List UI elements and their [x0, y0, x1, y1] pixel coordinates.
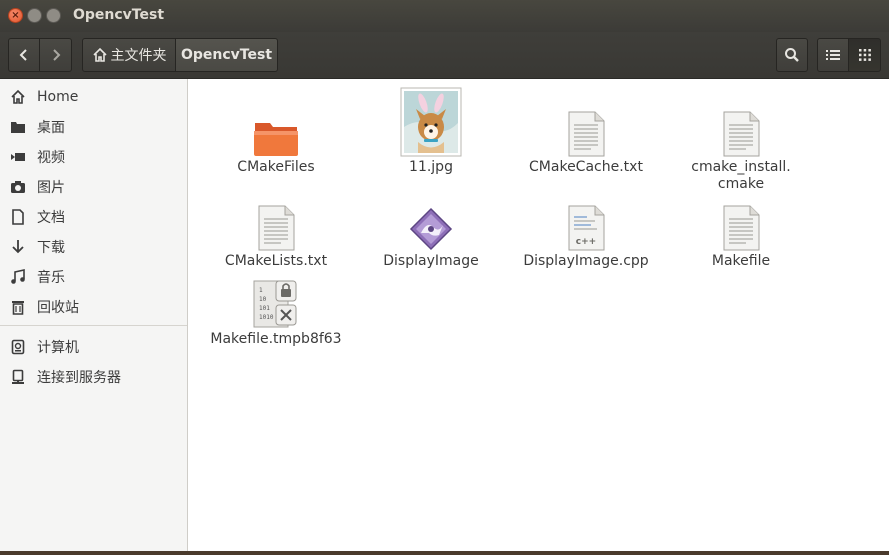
home-icon: [10, 89, 26, 105]
sidebar-item-documents[interactable]: 文档: [0, 202, 187, 232]
download-icon: [10, 239, 26, 255]
file-name: DisplayImage: [383, 253, 479, 269]
chevron-left-icon: [19, 49, 27, 61]
sidebar-item-label: 视频: [37, 150, 65, 166]
trash-icon: [10, 299, 26, 315]
file-item[interactable]: Makefile: [666, 179, 816, 270]
file-item[interactable]: 1 10 101 1010 Makefile.tmpb8f63: [201, 255, 351, 348]
maximize-window-button[interactable]: [46, 8, 61, 23]
file-name: 11.jpg: [409, 159, 453, 175]
file-name: Makefile: [711, 253, 771, 269]
breadcrumb-current[interactable]: OpencvTest: [176, 38, 278, 72]
sidebar-item-pictures[interactable]: 图片: [0, 172, 187, 202]
sidebar: Home 桌面 视频 图片 文档 下载 音乐 回收站 计算机 连接到服务器: [0, 79, 188, 555]
toolbar: 主文件夹 OpencvTest: [0, 32, 889, 79]
sidebar-item-computer[interactable]: 计算机: [0, 332, 187, 362]
file-item[interactable]: CMakeCache.txt: [511, 85, 661, 176]
file-item[interactable]: cmake_install. cmake: [666, 85, 816, 193]
sidebar-item-videos[interactable]: 视频: [0, 142, 187, 172]
file-name: CMakeCache.txt: [529, 159, 643, 175]
server-icon: [10, 369, 26, 385]
sidebar-item-label: 下载: [37, 240, 65, 256]
minimize-window-button[interactable]: [27, 8, 42, 23]
file-name: DisplayImage.cpp: [523, 253, 649, 269]
video-icon: [10, 149, 26, 165]
svg-text:10: 10: [259, 296, 267, 303]
sidebar-item-label: Home: [37, 89, 79, 105]
cpp-source-icon: c++: [568, 205, 605, 251]
close-window-button[interactable]: ×: [8, 8, 23, 23]
text-file-icon: [723, 205, 760, 251]
desktop-background-strip: [0, 551, 889, 555]
breadcrumb-current-label: OpencvTest: [180, 47, 273, 63]
text-file-icon: [568, 111, 605, 157]
sidebar-item-label: 文档: [37, 210, 65, 226]
sidebar-item-label: 桌面: [37, 120, 65, 136]
sidebar-item-label: 回收站: [37, 300, 79, 316]
sidebar-item-downloads[interactable]: 下载: [0, 232, 187, 262]
grid-view-icon: [858, 49, 871, 61]
computer-icon: [10, 339, 26, 355]
file-name-line1: cmake_install.: [691, 159, 791, 175]
folder-icon: [254, 123, 298, 156]
file-item[interactable]: CMakeFiles: [201, 85, 351, 176]
sidebar-item-label: 音乐: [37, 270, 65, 286]
music-icon: [10, 269, 26, 285]
back-button[interactable]: [8, 38, 40, 72]
executable-icon: [409, 207, 453, 251]
breadcrumb-home-label: 主文件夹: [110, 48, 167, 64]
search-button[interactable]: [776, 38, 808, 72]
forward-button[interactable]: [40, 38, 72, 72]
document-icon: [10, 209, 26, 225]
file-item[interactable]: DisplayImage: [356, 179, 506, 270]
sidebar-item-connect-server[interactable]: 连接到服务器: [0, 362, 187, 392]
breadcrumb-home[interactable]: 主文件夹: [82, 38, 176, 72]
camera-icon: [10, 179, 26, 195]
svg-text:1: 1: [259, 287, 263, 294]
svg-text:1010: 1010: [259, 314, 274, 321]
desktop-folder-icon: [10, 119, 26, 135]
sidebar-item-label: 连接到服务器: [37, 370, 121, 386]
text-file-icon: [258, 205, 295, 251]
svg-text:c++: c++: [576, 237, 596, 247]
home-icon: [92, 47, 107, 62]
sidebar-separator: [0, 325, 187, 326]
window-title: OpencvTest: [73, 7, 165, 23]
file-item[interactable]: 11.jpg: [356, 85, 506, 176]
grid-view-button[interactable]: [849, 38, 881, 72]
image-thumbnail-icon: [400, 87, 462, 157]
file-name: Makefile.tmpb8f63: [210, 331, 342, 347]
sidebar-item-label: 图片: [37, 180, 65, 196]
file-name: CMakeFiles: [237, 159, 315, 175]
svg-text:101: 101: [259, 305, 270, 312]
sidebar-item-trash[interactable]: 回收站: [0, 292, 187, 322]
file-item[interactable]: c++ DisplayImage.cpp: [511, 179, 661, 270]
window-titlebar: × OpencvTest: [0, 0, 889, 32]
list-view-button[interactable]: [817, 38, 849, 72]
sidebar-item-label: 计算机: [37, 340, 79, 356]
search-icon: [785, 48, 799, 62]
sidebar-item-music[interactable]: 音乐: [0, 262, 187, 292]
list-view-icon: [826, 50, 840, 60]
chevron-right-icon: [52, 49, 60, 61]
text-file-icon: [723, 111, 760, 157]
binary-file-icon: 1 10 101 1010: [253, 280, 297, 328]
sidebar-item-desktop[interactable]: 桌面: [0, 112, 187, 142]
file-view: CMakeFiles 11.jpg CMakeCache.txt cmake_i…: [188, 79, 889, 555]
sidebar-item-home[interactable]: Home: [0, 82, 187, 112]
